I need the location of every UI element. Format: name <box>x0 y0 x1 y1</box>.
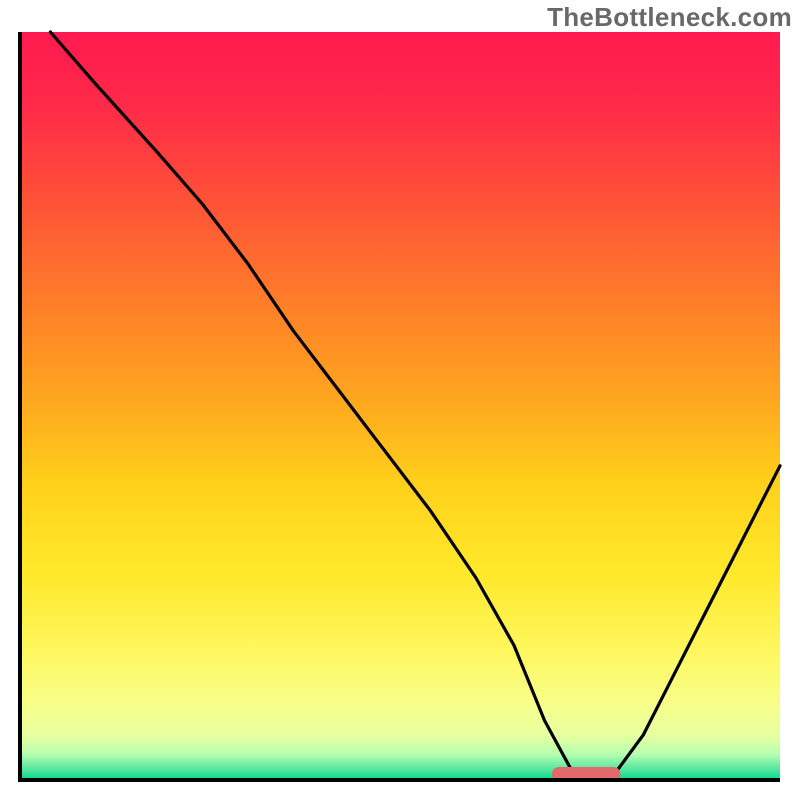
bottleneck-chart: TheBottleneck.com <box>0 0 800 800</box>
gradient-background <box>20 32 780 780</box>
chart-svg <box>0 0 800 800</box>
watermark-text: TheBottleneck.com <box>547 2 792 33</box>
